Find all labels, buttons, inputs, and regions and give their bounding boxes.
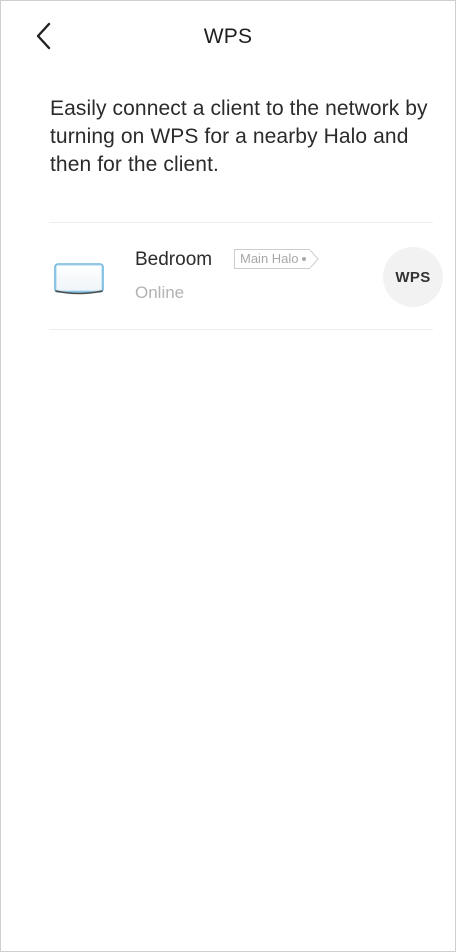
- wps-description: Easily connect a client to the network b…: [50, 97, 428, 176]
- divider-bottom: [49, 329, 433, 330]
- page-title: WPS: [203, 25, 253, 48]
- tag-arrow-icon: [309, 249, 319, 269]
- nav-header: WPS: [1, 1, 455, 73]
- main-halo-tag: Main Halo: [234, 249, 320, 269]
- device-list-item: Bedroom Main Halo Online WPS: [49, 223, 445, 329]
- app-screen: WPS Easily connect a client to the netwo…: [0, 0, 456, 952]
- halo-device-icon: [54, 263, 104, 295]
- tag-dot-icon: [301, 257, 306, 261]
- main-halo-tag-label: Main Halo: [234, 249, 310, 269]
- device-status: Online: [135, 283, 185, 302]
- device-name: Bedroom: [135, 249, 213, 270]
- wps-button[interactable]: WPS: [383, 247, 443, 307]
- main-halo-tag-text: Main Halo: [240, 251, 299, 266]
